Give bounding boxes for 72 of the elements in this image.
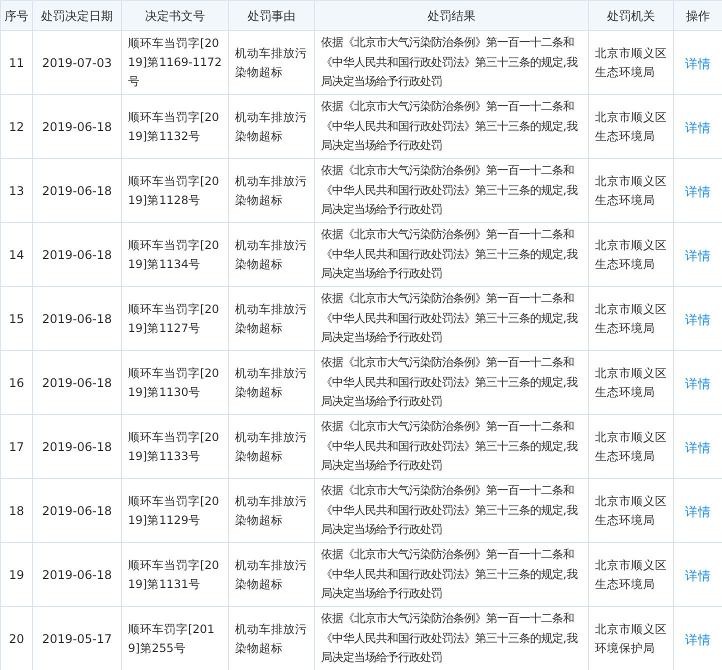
- column-header: 决定书文号: [122, 0, 228, 30]
- table-cell: 11: [0, 30, 32, 94]
- column-header: 处罚事由: [228, 0, 314, 30]
- details-link[interactable]: 详情: [685, 632, 711, 646]
- details-link[interactable]: 详情: [685, 376, 711, 390]
- table-cell: 2019-07-03: [32, 30, 122, 94]
- table-cell: 机动车排放污染物超标: [228, 222, 314, 286]
- table-cell: 依据《北京市大气污染防治条例》第一百一十二条和《中华人民共和国行政处罚法》第三十三条的规定,我局决定当场给予行政处罚: [314, 158, 588, 222]
- table-cell: 北京市顺义区生态环境局: [588, 478, 674, 542]
- table-cell: 顺环车当罚字[2019]第1169-1172号: [122, 30, 228, 94]
- table-cell: 北京市顺义区生态环境局: [588, 350, 674, 414]
- table-cell: 依据《北京市大气污染防治条例》第一百一十二条和《中华人民共和国行政处罚法》第三十三条的规定,我局决定当场给予行政处罚: [314, 414, 588, 478]
- table-cell: 北京市顺义区生态环境局: [588, 94, 674, 158]
- table-cell: 16: [0, 350, 32, 414]
- table-cell: 2019-06-18: [32, 414, 122, 478]
- table-cell: 依据《北京市大气污染防治条例》第一百一十二条和《中华人民共和国行政处罚法》第三十三条的规定,我局决定当场给予行政处罚: [314, 222, 588, 286]
- column-header: 处罚结果: [314, 0, 588, 30]
- table-cell: 2019-06-18: [32, 350, 122, 414]
- details-link[interactable]: 详情: [685, 56, 711, 70]
- table-cell: 12: [0, 94, 32, 158]
- table-cell: 北京市顺义区生态环境局: [588, 222, 674, 286]
- table-cell: 依据《北京市大气污染防治条例》第一百一十二条和《中华人民共和国行政处罚法》第三十三条的规定,我局决定当场给予行政处罚: [314, 478, 588, 542]
- column-header: 处罚机关: [588, 0, 674, 30]
- column-header: 序号: [0, 0, 32, 30]
- table-cell: 2019-06-18: [32, 94, 122, 158]
- table-cell: 北京市顺义区生态环境局: [588, 414, 674, 478]
- details-link[interactable]: 详情: [685, 184, 711, 198]
- table-cell: 2019-06-18: [32, 222, 122, 286]
- table-cell: 机动车排放污染物超标: [228, 478, 314, 542]
- column-header: 处罚决定日期: [32, 0, 122, 30]
- details-link[interactable]: 详情: [685, 248, 711, 262]
- table-cell: 依据《北京市大气污染防治条例》第一百一十二条和《中华人民共和国行政处罚法》第三十三条的规定,我局决定当场给予行政处罚: [314, 94, 588, 158]
- table-cell: 2019-06-18: [32, 542, 122, 606]
- table-cell: 机动车排放污染物超标: [228, 94, 314, 158]
- table-cell: 机动车排放污染物超标: [228, 158, 314, 222]
- table-cell: 顺环车当罚字[2019]第1132号: [122, 94, 228, 158]
- table-cell: 机动车排放污染物超标: [228, 414, 314, 478]
- table-cell: 顺环车当罚字[2019]第1133号: [122, 414, 228, 478]
- table-cell: 机动车排放污染物超标: [228, 350, 314, 414]
- details-link[interactable]: 详情: [685, 504, 711, 518]
- table-cell: 14: [0, 222, 32, 286]
- table-cell: 机动车排放污染物超标: [228, 30, 314, 94]
- table-cell: 北京市顺义区生态环境局: [588, 542, 674, 606]
- table-cell: 13: [0, 158, 32, 222]
- table-cell: 顺环车当罚字[2019]第1129号: [122, 478, 228, 542]
- table-cell: 17: [0, 414, 32, 478]
- table-cell: 20: [0, 606, 32, 670]
- table-cell: 机动车排放污染物超标: [228, 542, 314, 606]
- table-cell: 北京市顺义区生态环境局: [588, 286, 674, 350]
- details-link[interactable]: 详情: [685, 440, 711, 454]
- table-cell: 18: [0, 478, 32, 542]
- table-cell: 顺环车当罚字[2019]第1127号: [122, 286, 228, 350]
- details-link[interactable]: 详情: [685, 312, 711, 326]
- table-cell: 2019-06-18: [32, 478, 122, 542]
- table-cell: 北京市顺义区生态环境局: [588, 158, 674, 222]
- table-cell: 2019-06-18: [32, 158, 122, 222]
- table-cell: 依据《北京市大气污染防治条例》第一百一十二条和《中华人民共和国行政处罚法》第三十三条的规定,我局决定当场给予行政处罚: [314, 286, 588, 350]
- table-cell: 北京市顺义区生态环境局: [588, 30, 674, 94]
- table-cell: 19: [0, 542, 32, 606]
- table-cell: 机动车排放污染物超标: [228, 286, 314, 350]
- details-link[interactable]: 详情: [685, 568, 711, 582]
- details-link[interactable]: 详情: [685, 120, 711, 134]
- table-cell: 依据《北京市大气污染防治条例》第一百一十二条和《中华人民共和国行政处罚法》第三十三条的规定,我局决定当场给予行政处罚: [314, 542, 588, 606]
- table-cell: 顺环车当罚字[2019]第1131号: [122, 542, 228, 606]
- column-header: 操作: [674, 0, 722, 30]
- table-cell: 2019-06-18: [32, 286, 122, 350]
- table-cell: 顺环车当罚字[2019]第1134号: [122, 222, 228, 286]
- table-cell: 依据《北京市大气污染防治条例》第一百一十二条和《中华人民共和国行政处罚法》第三十三条的规定,我局决定当场给予行政处罚: [314, 30, 588, 94]
- table-cell: 顺环车当罚字[2019]第1128号: [122, 158, 228, 222]
- table-cell: 顺环车当罚字[2019]第1130号: [122, 350, 228, 414]
- table-cell: 15: [0, 286, 32, 350]
- table-cell: 依据《北京市大气污染防治条例》第一百一十二条和《中华人民共和国行政处罚法》第三十三条的规定,我局决定当场给予行政处罚: [314, 350, 588, 414]
